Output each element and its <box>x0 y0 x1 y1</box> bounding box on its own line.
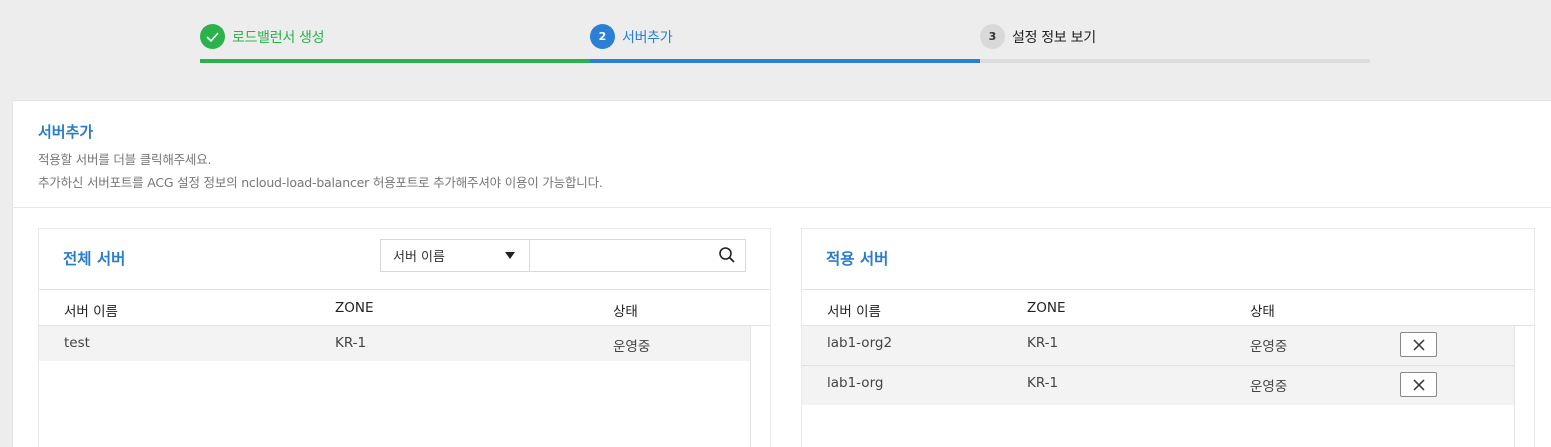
table-row[interactable]: lab1-org2 KR-1 운영중 <box>802 326 1514 365</box>
step-add-server: 2 서버추가 <box>590 24 673 49</box>
table-row[interactable]: test KR-1 운영중 <box>39 326 750 361</box>
search-field-select[interactable]: 서버 이름 <box>380 239 530 272</box>
zone-cell: KR-1 <box>1027 375 1059 391</box>
step-2-progress-bar <box>590 59 980 63</box>
section-description-1: 적용할 서버를 더블 클릭해주세요. <box>38 152 212 167</box>
step-2-label: 서버추가 <box>622 29 673 46</box>
server-name-cell: lab1-org <box>827 375 884 391</box>
section-title: 서버추가 <box>38 123 94 141</box>
section-description-2: 추가하신 서버포트를 ACG 설정 정보의 ncloud-load-balanc… <box>38 175 603 190</box>
search-input[interactable] <box>529 239 746 272</box>
all-servers-table-header: 서버 이름 ZONE 상태 <box>39 289 770 326</box>
section-divider <box>13 207 1551 208</box>
step-3-circle: 3 <box>980 24 1005 49</box>
step-2-circle: 2 <box>590 24 615 49</box>
close-icon <box>1412 338 1425 351</box>
progress-stepper: 로드밸런서 생성 2 서버추가 3 설정 정보 보기 <box>200 0 1370 64</box>
scrollbar-track[interactable] <box>1514 326 1515 447</box>
column-header-status: 상태 <box>613 304 638 320</box>
step-3-progress-bar <box>980 59 1370 63</box>
status-cell: 운영중 <box>1250 339 1288 355</box>
zone-cell: KR-1 <box>1027 335 1059 351</box>
remove-server-button[interactable] <box>1400 332 1437 357</box>
column-header-zone: ZONE <box>335 300 374 316</box>
zone-cell: KR-1 <box>335 335 367 351</box>
step-create-load-balancer: 로드밸런서 생성 <box>200 24 325 49</box>
applied-servers-title: 적용 서버 <box>826 250 889 268</box>
search-icon[interactable] <box>718 246 736 264</box>
column-header-server-name: 서버 이름 <box>64 304 118 320</box>
all-servers-box: 전체 서버 서버 이름 서버 이름 ZONE 상태 test KR-1 운영중 <box>38 228 771 447</box>
step-1-label: 로드밸런서 생성 <box>232 29 325 46</box>
column-header-status: 상태 <box>1250 304 1275 320</box>
applied-servers-box: 적용 서버 서버 이름 ZONE 상태 lab1-org2 KR-1 운영중 l… <box>801 228 1535 447</box>
column-header-server-name: 서버 이름 <box>827 304 881 320</box>
column-header-zone: ZONE <box>1027 300 1066 316</box>
search-field-selected: 서버 이름 <box>393 250 445 265</box>
add-server-panel: 서버추가 적용할 서버를 더블 클릭해주세요. 추가하신 서버포트를 ACG 설… <box>12 100 1551 447</box>
server-name-cell: test <box>64 335 90 351</box>
remove-server-button[interactable] <box>1400 372 1437 397</box>
server-name-cell: lab1-org2 <box>827 335 893 351</box>
step-1-progress-bar <box>200 59 590 63</box>
check-icon <box>206 31 219 42</box>
scrollbar-track[interactable] <box>750 326 751 447</box>
all-servers-title: 전체 서버 <box>63 250 126 268</box>
status-cell: 운영중 <box>1250 379 1288 395</box>
step-view-settings: 3 설정 정보 보기 <box>980 24 1096 49</box>
status-cell: 운영중 <box>613 339 651 355</box>
applied-servers-table-header: 서버 이름 ZONE 상태 <box>802 289 1534 326</box>
chevron-down-icon <box>505 252 515 259</box>
close-icon <box>1412 378 1425 391</box>
step-3-label: 설정 정보 보기 <box>1012 29 1096 46</box>
step-1-circle <box>200 24 225 49</box>
table-row[interactable]: lab1-org KR-1 운영중 <box>802 366 1514 405</box>
